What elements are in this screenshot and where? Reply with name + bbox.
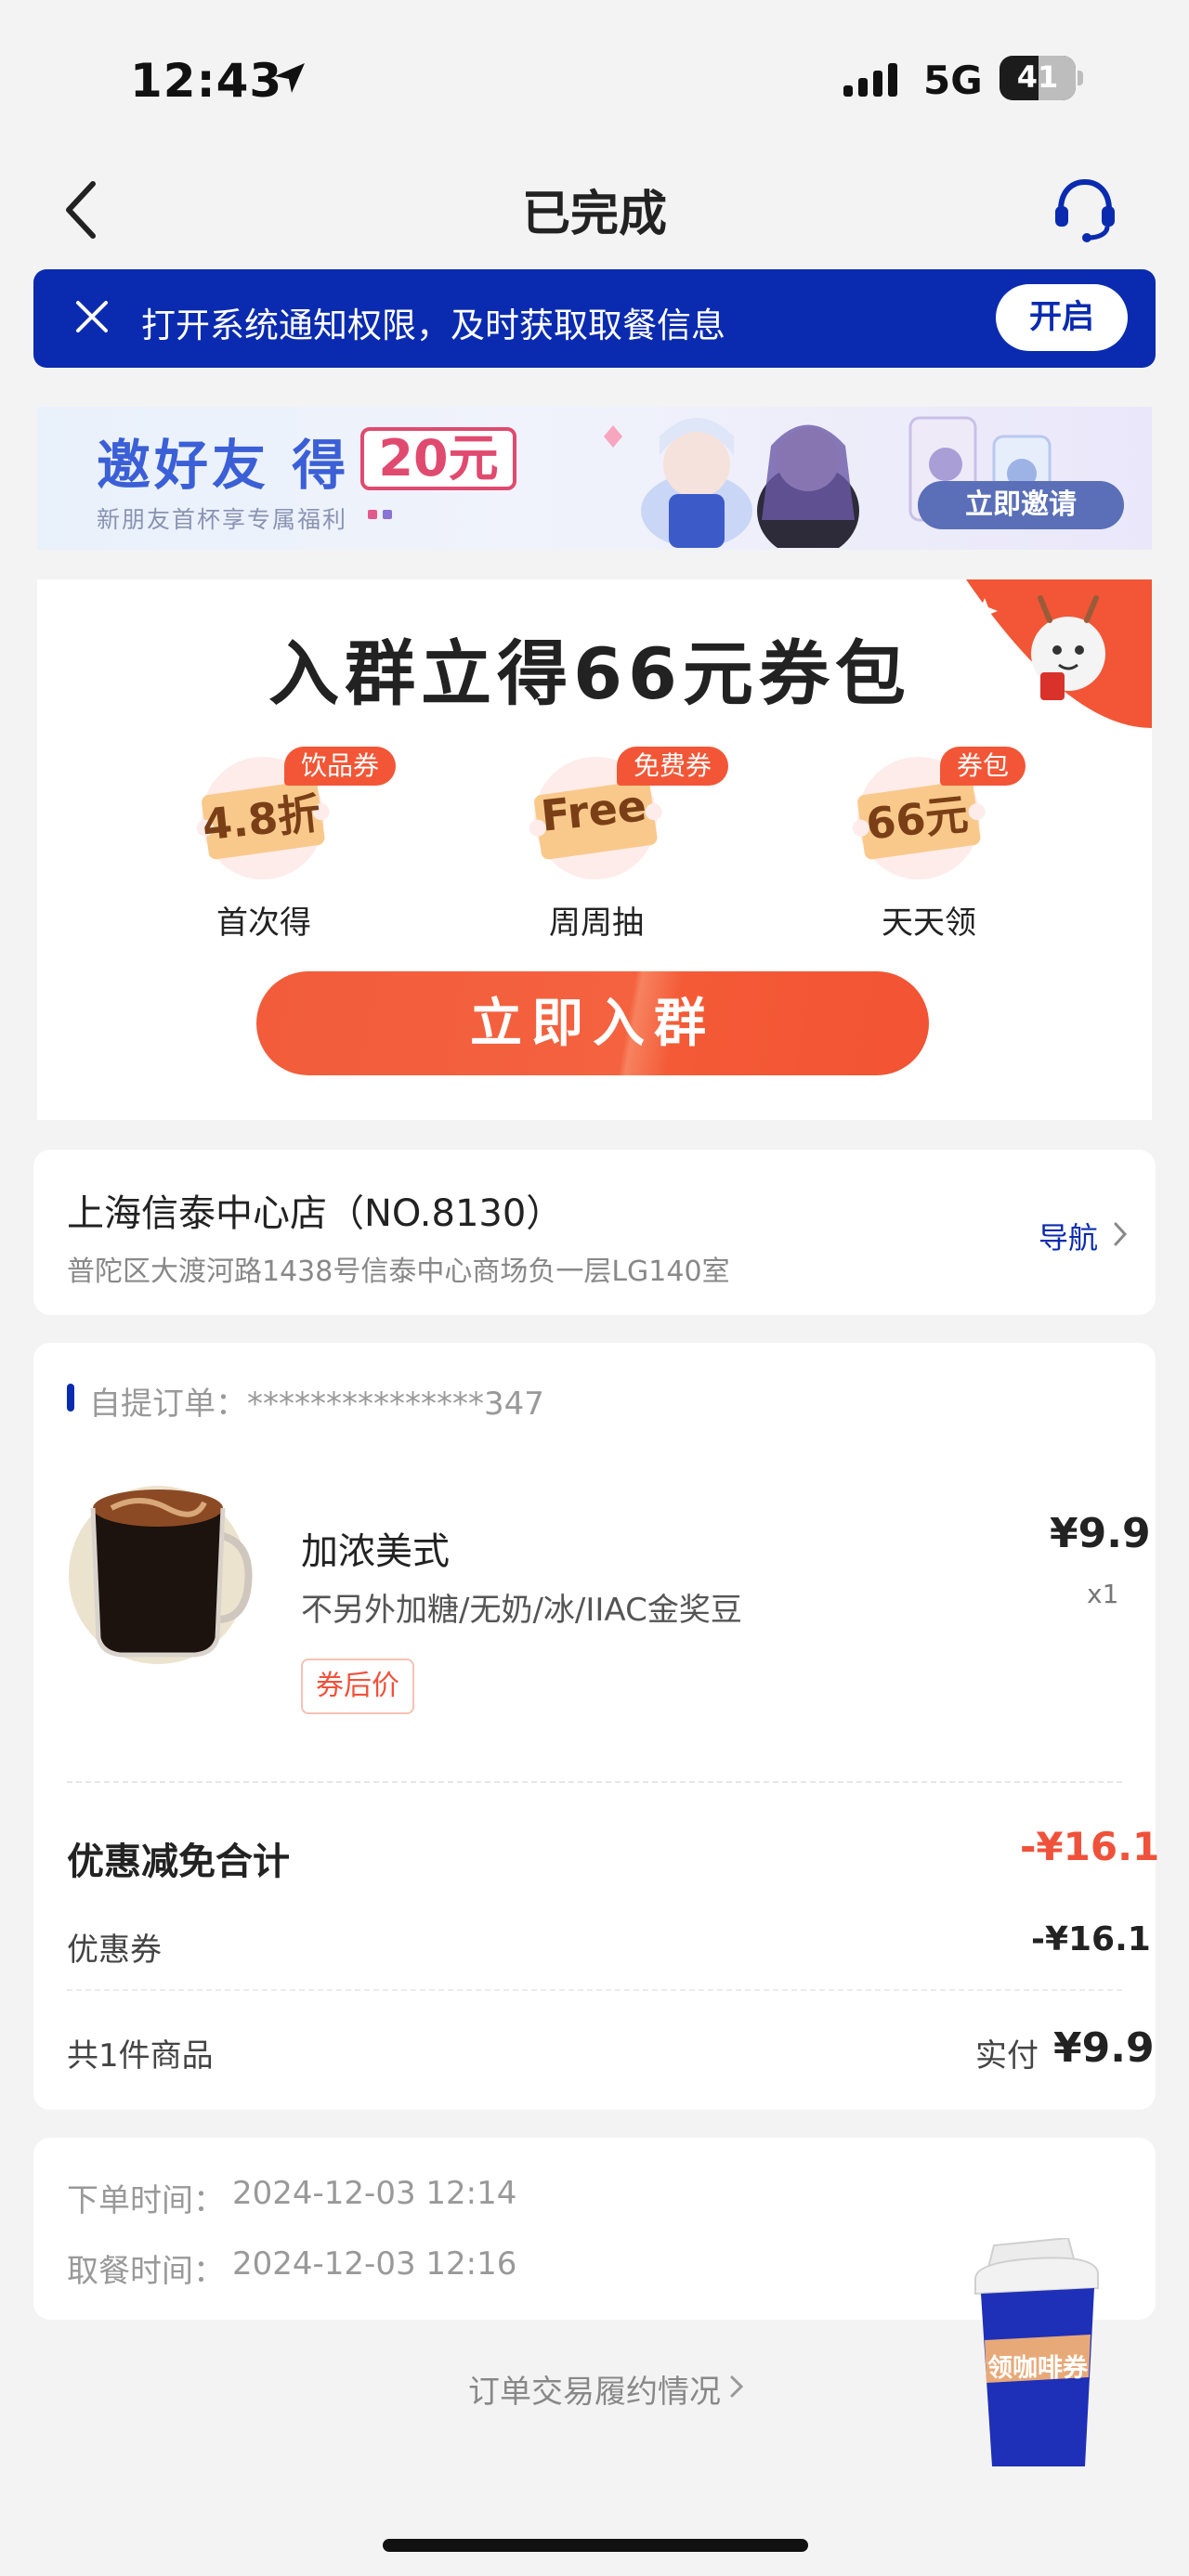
network-label: 5G xyxy=(923,58,983,103)
coupon-label: 优惠券 xyxy=(67,1932,162,1969)
coupon-caption: 首次得 xyxy=(216,904,311,942)
accent-bar xyxy=(67,1384,74,1412)
order-time-label: 下单时间： xyxy=(67,2182,225,2219)
coupon-tag: 券包 xyxy=(940,747,1026,786)
paid-label: 实付 xyxy=(975,2037,1039,2075)
divider xyxy=(67,1781,1122,1783)
customer-service-icon[interactable] xyxy=(1050,173,1120,243)
store-name: 上海信泰中心店（NO.8130） xyxy=(67,1192,564,1235)
item-count: 共1件商品 xyxy=(67,2037,214,2075)
pickup-time-label: 取餐时间： xyxy=(67,2253,225,2290)
discount-total-value: -¥16.1 xyxy=(1020,1824,1160,1869)
pickup-time-value: 2024-12-03 12:16 xyxy=(232,2245,517,2283)
order-number: 自提订单：***************347 xyxy=(89,1386,544,1423)
notification-text: 打开系统通知权限，及时获取取餐信息 xyxy=(141,306,725,345)
invite-amount: 20元 xyxy=(360,427,516,490)
chevron-right-icon[interactable] xyxy=(1111,1220,1130,1248)
order-time-value: 2024-12-03 12:14 xyxy=(232,2175,517,2212)
signal-icon xyxy=(843,63,897,97)
location-arrow-icon xyxy=(275,63,305,93)
discount-total-label: 优惠减免合计 xyxy=(67,1841,290,1883)
coupon-face: 66元 xyxy=(863,788,971,850)
product-spec: 不另外加糖/无奶/冰/IIAC金奖豆 xyxy=(301,1592,742,1629)
status-time: 12:43 xyxy=(130,54,283,108)
group-card-title: 入群立得66元券包 xyxy=(268,632,911,715)
invite-now-button[interactable]: 立即邀请 xyxy=(918,481,1124,529)
coffee-coupon-float-button[interactable]: 领咖啡券 xyxy=(966,2236,1105,2472)
product-name: 加浓美式 xyxy=(301,1530,450,1573)
home-indicator xyxy=(383,2539,808,2552)
navigation-link[interactable]: 导航 xyxy=(1039,1215,1098,1257)
invite-subtitle: 新朋友首杯享专属福利 xyxy=(97,506,348,533)
close-icon[interactable] xyxy=(72,297,111,336)
invite-title: 邀好友 得 xyxy=(97,434,350,497)
battery-level: 41 xyxy=(1016,59,1059,95)
coupon-value: -¥16.1 xyxy=(1031,1920,1151,1958)
enable-notification-button[interactable]: 开启 xyxy=(996,284,1128,351)
product-quantity: x1 xyxy=(1087,1579,1119,1609)
product-price: ¥9.9 xyxy=(1050,1510,1151,1557)
coupon-caption: 周周抽 xyxy=(549,904,644,942)
join-group-button[interactable]: 立即入群 xyxy=(256,971,929,1075)
coupon-face: 4.8折 xyxy=(200,787,323,851)
paid-value: ¥9.9 xyxy=(1053,2024,1155,2072)
coffee-cup-image xyxy=(69,1486,253,1664)
chevron-right-icon[interactable] xyxy=(728,2374,745,2400)
page-title: 已完成 xyxy=(521,187,667,242)
coupon-tag: 饮品券 xyxy=(284,747,397,786)
store-address: 普陀区大渡河路1438号信泰中心商场负一层LG140室 xyxy=(67,1255,730,1288)
coupon-caption: 天天领 xyxy=(882,904,976,942)
order-card xyxy=(33,1343,1156,2110)
divider xyxy=(67,1989,1122,1991)
dots-icon xyxy=(368,510,392,519)
coupon-tag: 免费券 xyxy=(617,747,729,786)
battery-icon: 41 xyxy=(1000,56,1083,100)
float-button-label: 领咖啡券 xyxy=(987,2354,1088,2383)
after-coupon-badge: 券后价 xyxy=(301,1659,414,1714)
